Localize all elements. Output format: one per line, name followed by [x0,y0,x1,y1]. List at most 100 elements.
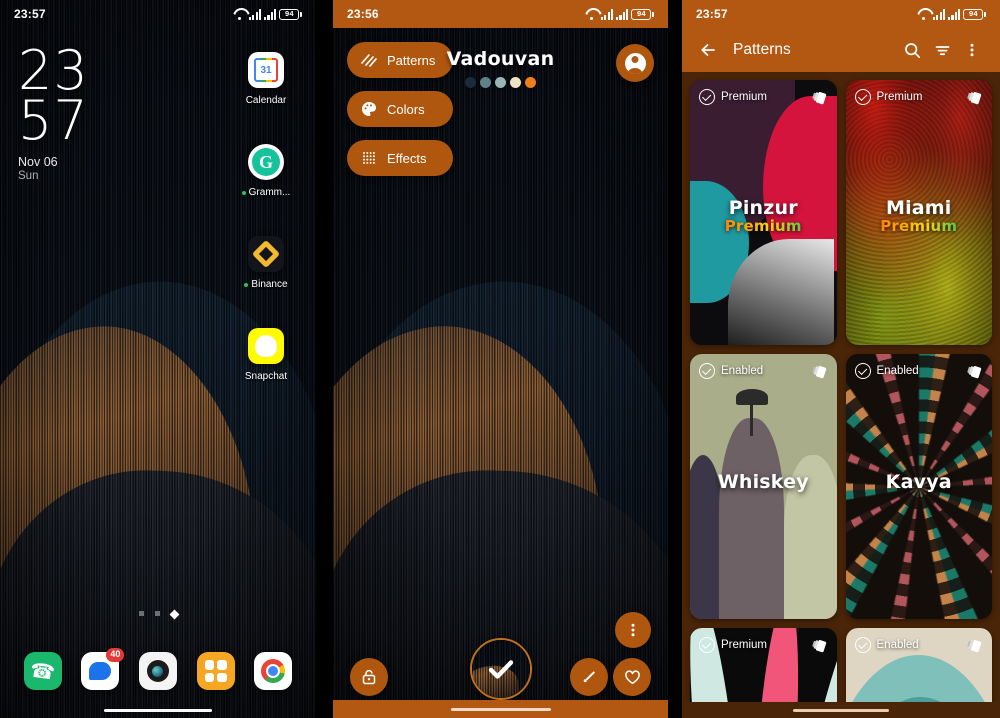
battery-level: 94 [279,8,300,20]
effects-dots-icon [360,149,378,167]
status-badge: Premium [854,89,923,105]
pattern-premium-label: Premium [690,217,837,235]
chip-label: Colors [387,101,425,117]
filter-icon[interactable] [927,35,957,65]
pattern-name: Kavya [885,470,952,493]
check-circle-icon [854,89,871,105]
check-circle-icon [699,89,715,105]
status-bar: 23:57 94 [682,0,1000,28]
app-label: Calendar [245,95,287,106]
more-vertical-icon [631,623,635,637]
account-button[interactable] [616,44,654,82]
notification-dot [244,282,249,287]
card-stack-icon[interactable] [810,363,828,381]
chip-colors[interactable]: Colors [347,91,454,127]
status-badge: Enabled [854,637,919,653]
three-panel-screenshot: 23:57 94 23 57 Nov 06 Sun Calendar [0,0,1000,718]
check-icon [484,652,518,686]
pattern-card[interactable]: Premium Pinzur Premium [690,80,837,345]
nav-gesture-bar[interactable] [682,702,1000,718]
arrow-left-icon[interactable] [695,37,721,63]
favorite-button[interactable] [613,658,651,696]
app-bar: Patterns [682,28,1000,72]
search-icon[interactable] [897,35,927,65]
card-stack-icon[interactable] [810,89,828,107]
pattern-premium-label: Premium [846,217,993,235]
badge-label: Enabled [876,365,919,377]
notification-badge: 40 [106,648,125,662]
badge-label: Enabled [721,365,764,377]
clock-widget[interactable]: 23 57 Nov 06 Sun [18,44,89,183]
page-indicator[interactable] [0,609,316,620]
patterns-icon [360,51,378,69]
brush-icon [583,671,595,683]
wifi-icon [917,9,930,20]
card-stack-icon[interactable] [965,89,983,107]
pattern-card[interactable]: Enabled Whiskey [690,354,837,619]
apply-button[interactable] [469,638,532,700]
nav-gesture-bar[interactable] [0,709,316,712]
battery-icon: 94 [631,8,654,20]
lock-icon [362,669,376,685]
chip-effects[interactable]: Effects [347,140,454,176]
battery-icon: 94 [963,8,986,20]
status-time: 23:57 [696,7,728,21]
clock-date: Nov 06 [18,155,58,170]
pattern-card[interactable]: Premium Miami Premium [845,80,993,345]
clock-day: Sun [18,170,39,183]
check-circle-icon [699,363,715,379]
patterns-list-panel: 23:57 94 Patterns Premium Pinzur Premium… [682,0,1000,718]
dock-phone-icon[interactable]: ☎ [23,652,62,690]
more-vertical-icon[interactable] [957,35,987,65]
chip-label: Effects [387,150,427,166]
check-circle-icon [699,637,715,653]
dock-camera-icon[interactable] [138,652,177,690]
check-circle-icon [854,637,871,653]
chip-patterns[interactable]: Patterns [347,42,454,78]
edit-brush-button[interactable] [570,658,608,696]
lock-button[interactable] [350,658,388,696]
snapchat-icon [248,328,284,364]
person-icon [624,52,646,74]
status-badge: Enabled [854,363,919,379]
page-dot-active[interactable] [169,609,179,620]
dock-app-drawer-icon[interactable] [196,652,235,690]
signal-bars-icon [248,8,262,20]
palette-icon [360,100,378,118]
status-bar: 23:57 94 [0,0,316,28]
pattern-name: Miami [885,196,952,219]
status-badge: Premium [699,637,767,653]
status-bar: 23:56 94 [333,0,668,28]
app-label: Binance [251,279,288,290]
signal-bars-icon [932,8,946,20]
app-icon-grammarly[interactable]: G Gramm... [230,144,302,198]
dock: ☎ 40 [0,648,316,690]
page-dot[interactable] [138,611,144,616]
app-icon-calendar[interactable]: Calendar [230,52,302,106]
page-dot[interactable] [154,611,160,616]
app-icon-binance[interactable]: Binance [230,236,302,290]
heart-icon [624,669,640,684]
clock-minutes: 57 [18,88,89,152]
dock-messages-icon[interactable]: 40 [81,648,125,690]
card-stack-icon[interactable] [965,637,983,655]
pattern-card[interactable]: Enabled Kavya [845,354,992,619]
pattern-name: Whiskey [717,470,809,493]
wallpaper-editor-panel: 23:56 94 Patterns Colors Effects Vadouva… [333,0,668,718]
notification-dot [241,190,246,195]
signal-bars-icon-2 [948,8,961,20]
chip-label: Patterns [387,52,436,68]
panel-divider [316,0,333,718]
overflow-button[interactable] [615,612,651,648]
nav-gesture-bar[interactable] [333,700,668,718]
app-label: Snapchat [244,371,288,382]
card-stack-icon[interactable] [810,637,828,655]
battery-level: 94 [963,8,984,20]
pattern-name: Pinzur [728,196,798,219]
grammarly-icon: G [248,144,284,180]
app-icon-snapchat[interactable]: Snapchat [230,328,302,382]
signal-bars-icon-2 [264,8,277,20]
card-stack-icon[interactable] [965,363,983,381]
status-time: 23:56 [347,7,379,21]
dock-chrome-icon[interactable] [254,652,293,690]
